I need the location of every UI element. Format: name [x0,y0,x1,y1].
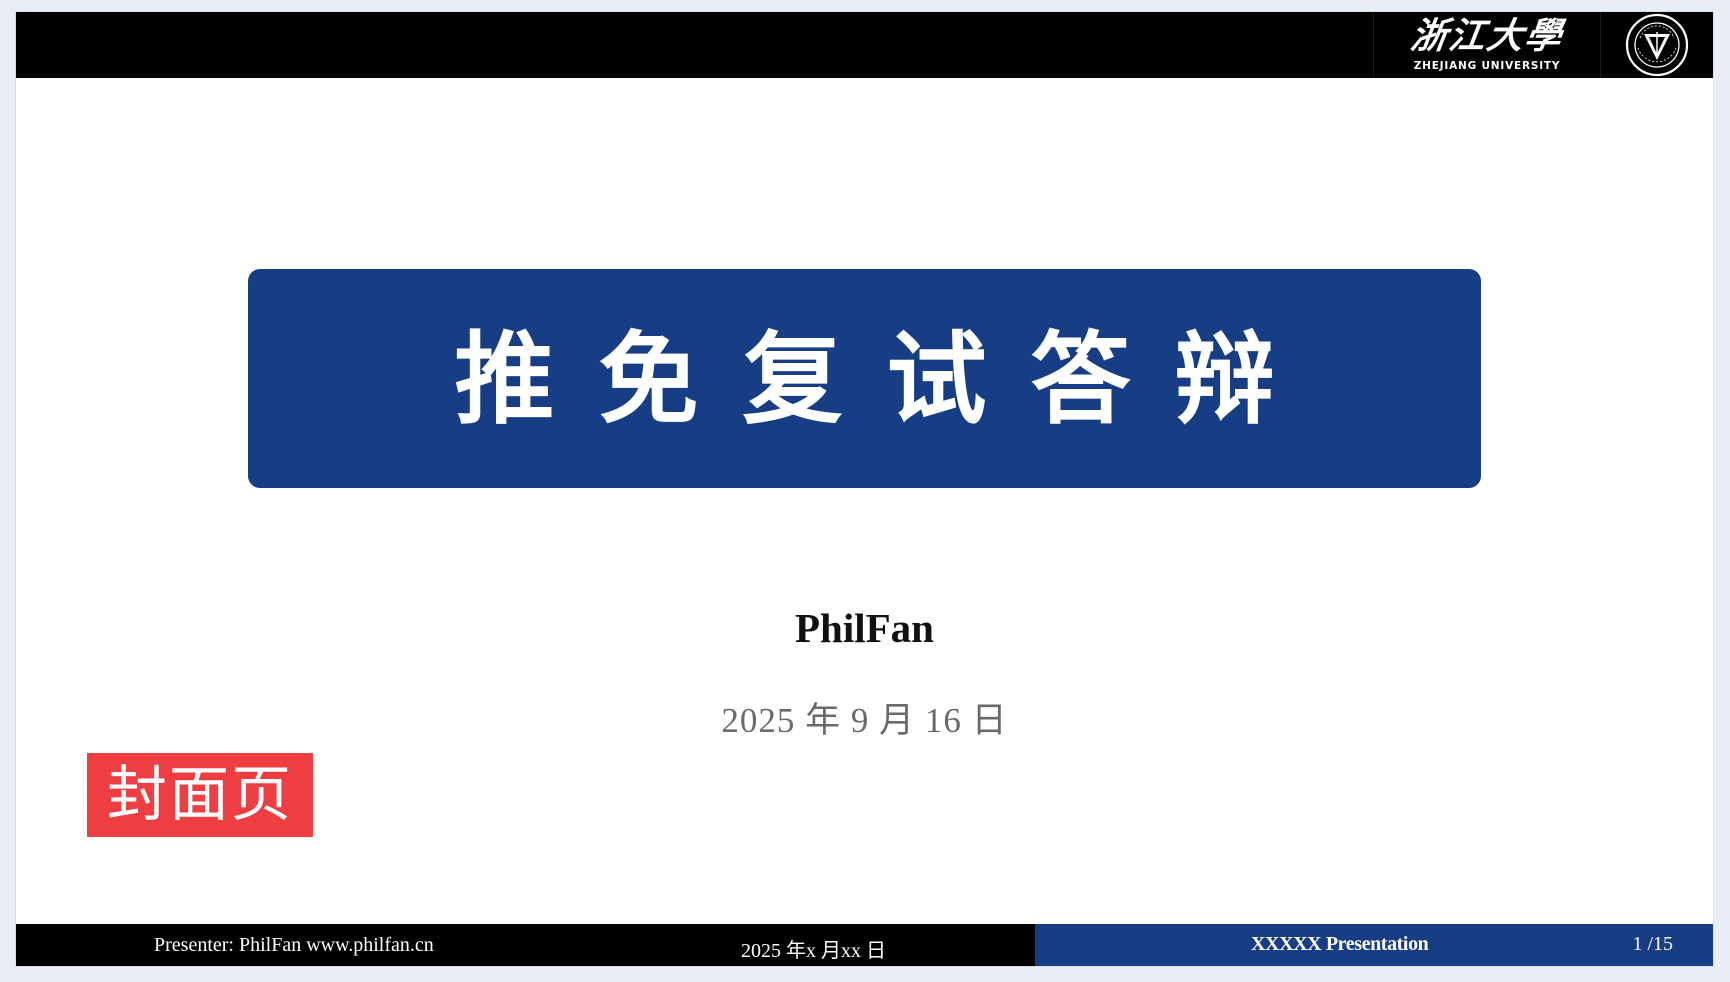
footer-presenter: Presenter: PhilFan www.philfan.cn [154,934,434,956]
page-type-label: 封面页 [107,760,293,830]
university-wordmark: 浙江大學 ZHEJIANG UNIVERSITY [1373,12,1600,78]
page-number: 1 /15 [1632,933,1673,955]
footer-right: XXXXX Presentation 1 /15 [1035,924,1713,966]
top-header-bar: 浙江大學 ZHEJIANG UNIVERSITY [16,12,1713,78]
university-logo: 浙江大學 ZHEJIANG UNIVERSITY [1373,12,1713,78]
presentation-date: 2025 年 9 月 16 日 [721,701,1008,740]
page-type-tag: 封面页 [87,753,313,837]
zju-emblem-icon [1625,13,1689,77]
footer-bar: Presenter: PhilFan www.philfan.cn 2025 年… [16,924,1713,966]
footer-left: Presenter: PhilFan www.philfan.cn 2025 年… [16,924,1035,966]
slide-title: 推免复试答辩 [454,319,1319,438]
slide: 浙江大學 ZHEJIANG UNIVERSITY 推免复试答辩 PhilFan … [16,12,1713,966]
title-banner: 推免复试答辩 [248,269,1481,488]
footer-date: 2025 年x 月xx 日 [741,940,886,962]
emblem-container [1600,12,1713,78]
university-name-cn: 浙江大學 [1408,15,1566,57]
author-name: PhilFan [795,605,934,651]
footer-presentation-title: XXXXX Presentation [1251,933,1429,955]
university-name-en: ZHEJIANG UNIVERSITY [1413,60,1561,72]
